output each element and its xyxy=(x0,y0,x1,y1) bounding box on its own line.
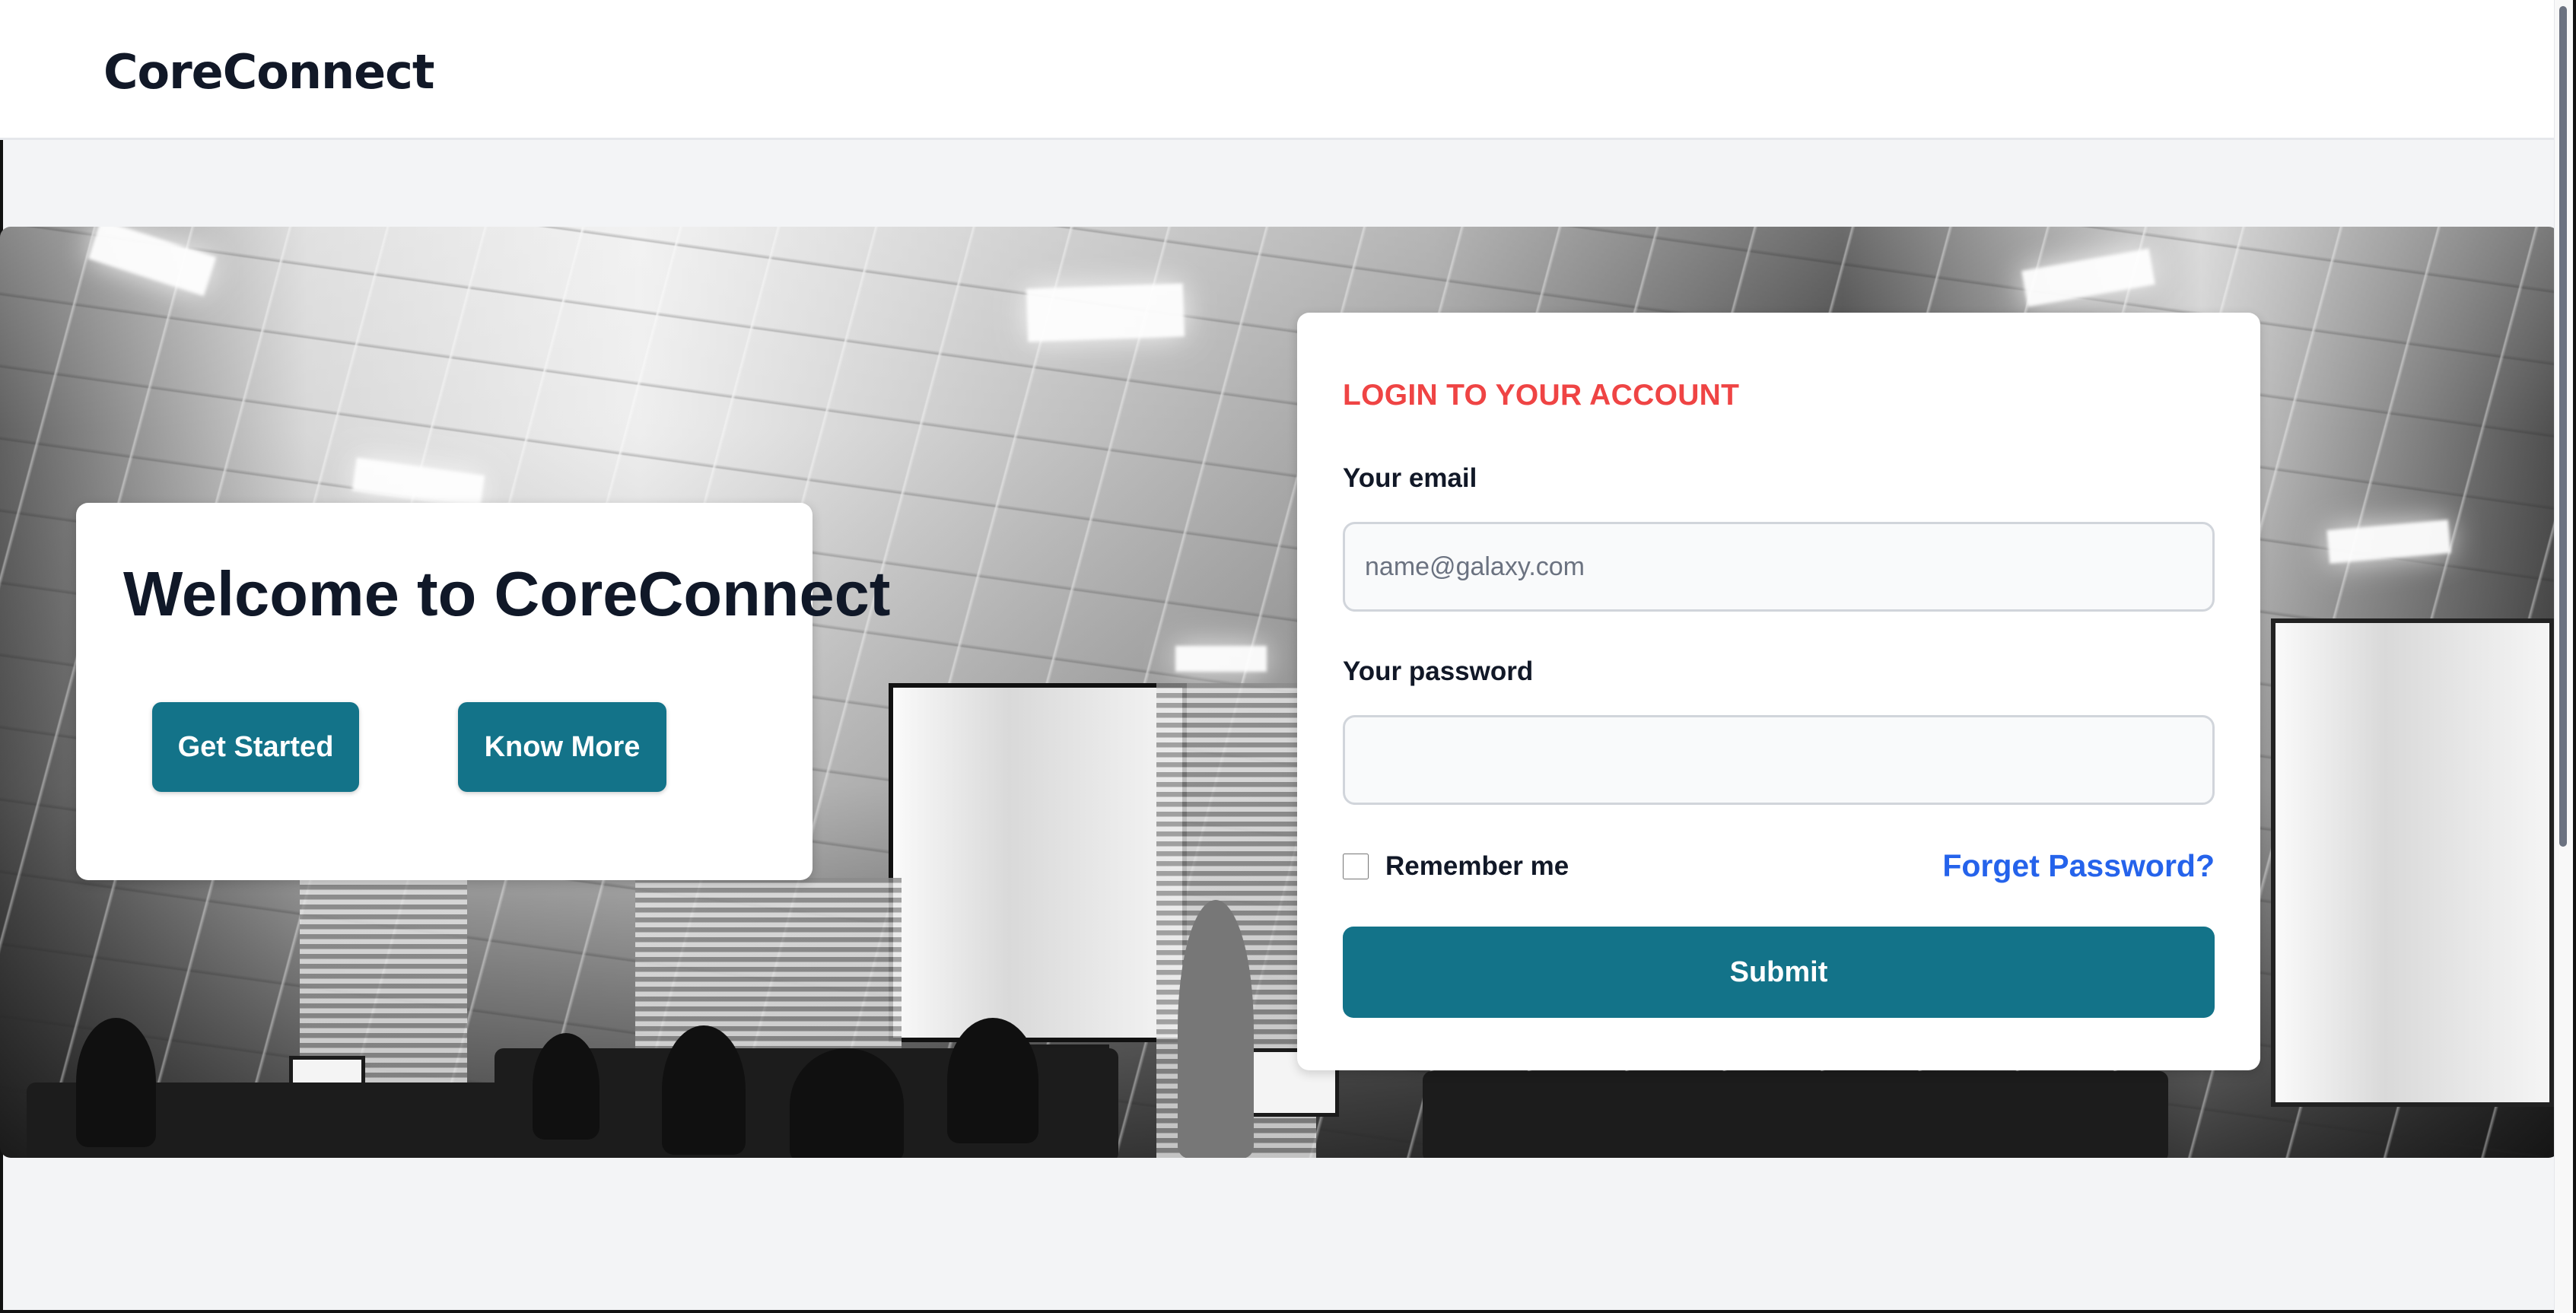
office-desk-area xyxy=(1423,1071,2168,1158)
login-heading: LOGIN TO YOUR ACCOUNT xyxy=(1343,379,1740,412)
remember-me-label: Remember me xyxy=(1385,851,1569,881)
office-person xyxy=(533,1033,599,1140)
scrollbar-thumb[interactable] xyxy=(2559,6,2567,847)
ceiling-light xyxy=(1026,283,1185,342)
password-field[interactable] xyxy=(1343,715,2215,805)
vertical-scrollbar[interactable] xyxy=(2554,0,2573,1313)
top-navigation-bar: CoreConnect xyxy=(0,0,2567,140)
welcome-card: Welcome to CoreConnect Get Started Know … xyxy=(76,503,890,880)
remember-me-control[interactable]: Remember me xyxy=(1343,848,1569,885)
remember-me-checkbox[interactable] xyxy=(1343,854,1369,879)
forgot-password-link[interactable]: Forget Password? xyxy=(1942,848,2215,884)
office-person xyxy=(662,1025,746,1155)
email-field[interactable] xyxy=(1343,522,2215,612)
email-label: Your email xyxy=(1343,463,1477,493)
get-started-button[interactable]: Get Started xyxy=(152,702,359,792)
office-person xyxy=(76,1018,156,1147)
brand-logo-text[interactable]: CoreConnect xyxy=(103,44,435,100)
welcome-title: Welcome to CoreConnect xyxy=(123,558,891,629)
submit-button[interactable]: Submit xyxy=(1343,927,2215,1018)
login-card: LOGIN TO YOUR ACCOUNT Your email Your pa… xyxy=(1297,313,2260,1070)
password-label: Your password xyxy=(1343,656,1534,686)
office-person xyxy=(1178,900,1254,1158)
office-person xyxy=(947,1018,1038,1143)
office-window xyxy=(889,683,1187,1042)
office-window xyxy=(2271,618,2554,1107)
ceiling-light xyxy=(1175,646,1267,672)
office-person xyxy=(790,1048,904,1158)
know-more-button[interactable]: Know More xyxy=(458,702,666,792)
